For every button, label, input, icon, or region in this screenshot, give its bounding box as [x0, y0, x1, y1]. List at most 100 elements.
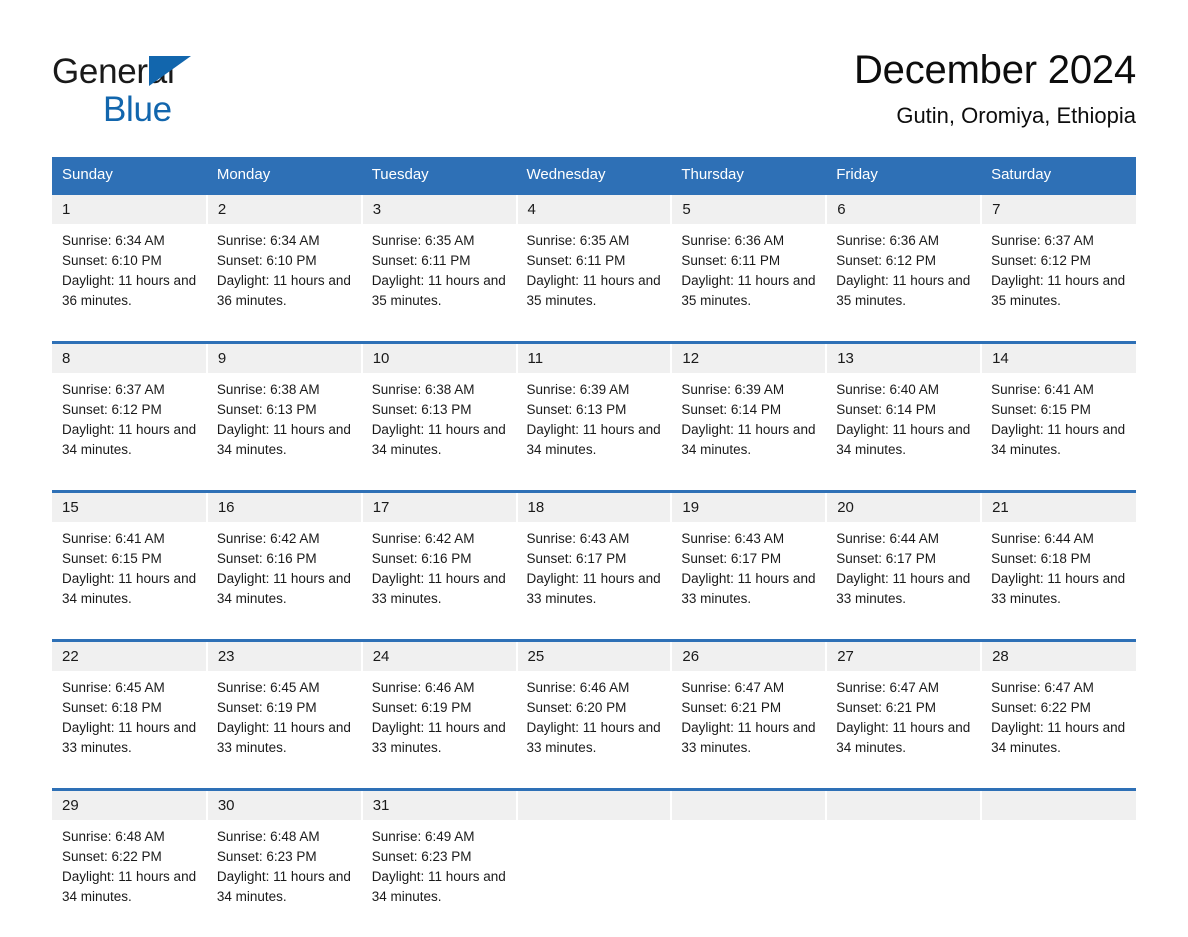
sunrise-text: Sunrise: 6:43 AM	[526, 531, 630, 546]
day-number[interactable]: 24	[361, 642, 518, 671]
daylight-text: Daylight: 11 hours and 33 minutes.	[371, 571, 506, 606]
day-number[interactable]: 12	[671, 344, 828, 373]
day-number[interactable]: 7	[981, 195, 1136, 224]
sunset-text: Sunset: 6:17 PM	[836, 551, 937, 566]
sunrise-text: Sunrise: 6:38 AM	[371, 382, 475, 397]
day-cell[interactable]: Sunrise: 6:47 AM Sunset: 6:21 PM Daylight:…	[826, 671, 982, 788]
day-cell[interactable]: Sunrise: 6:35 AM Sunset: 6:11 PM Daylight:…	[361, 224, 517, 341]
day-number[interactable]: 8	[52, 344, 208, 373]
sunset-text: Sunset: 6:11 PM	[526, 253, 626, 268]
page-header: General Blue December 2024 Gutin, Oromiy…	[52, 44, 1136, 148]
day-cell[interactable]: Sunrise: 6:36 AM Sunset: 6:11 PM Daylight:…	[671, 224, 827, 341]
day-number[interactable]: 17	[361, 493, 518, 522]
sunrise-text: Sunrise: 6:36 AM	[836, 233, 940, 248]
sunset-text: Sunset: 6:15 PM	[62, 551, 162, 566]
day-cell[interactable]: Sunrise: 6:34 AM Sunset: 6:10 PM Daylight:…	[52, 224, 207, 341]
weekday-header-monday: Monday	[206, 157, 362, 192]
day-number[interactable]: 1	[52, 195, 208, 224]
logo-top-line: General	[52, 52, 352, 92]
sunset-text: Sunset: 6:19 PM	[371, 700, 472, 715]
day-number[interactable]: 29	[52, 791, 208, 820]
day-cell[interactable]: Sunrise: 6:43 AM Sunset: 6:17 PM Daylight:…	[516, 522, 672, 639]
day-number[interactable]: 4	[516, 195, 673, 224]
day-cell[interactable]: Sunrise: 6:47 AM Sunset: 6:22 PM Daylight:…	[981, 671, 1136, 788]
day-number[interactable]: 10	[361, 344, 518, 373]
sunset-text: Sunset: 6:16 PM	[216, 551, 317, 566]
day-cell[interactable]: Sunrise: 6:42 AM Sunset: 6:16 PM Daylight:…	[361, 522, 517, 639]
day-number[interactable]: 18	[516, 493, 673, 522]
day-number[interactable]: 30	[206, 791, 363, 820]
day-number[interactable]: 19	[671, 493, 828, 522]
daylight-text: Daylight: 11 hours and 34 minutes.	[62, 571, 197, 606]
page-subtitle-location: Gutin, Oromiya, Ethiopia	[896, 103, 1136, 128]
logo-triangle-icon	[149, 56, 191, 86]
day-cell[interactable]: Sunrise: 6:41 AM Sunset: 6:15 PM Daylight:…	[981, 373, 1136, 490]
day-number[interactable]: 3	[361, 195, 518, 224]
weekday-header-wednesday: Wednesday	[516, 157, 672, 192]
day-cell[interactable]: Sunrise: 6:47 AM Sunset: 6:21 PM Daylight:…	[671, 671, 827, 788]
day-number[interactable]: 11	[516, 344, 673, 373]
sunset-text: Sunset: 6:11 PM	[681, 253, 781, 268]
day-number[interactable]: 9	[206, 344, 363, 373]
sunset-text: Sunset: 6:20 PM	[526, 700, 627, 715]
day-cell[interactable]: Sunrise: 6:44 AM Sunset: 6:18 PM Daylight:…	[981, 522, 1136, 639]
day-cell[interactable]: Sunrise: 6:35 AM Sunset: 6:11 PM Daylight:…	[516, 224, 672, 341]
week-daynumber-row: 8 9 10 11 12 13 14	[52, 344, 1136, 373]
day-cell[interactable]: Sunrise: 6:46 AM Sunset: 6:20 PM Daylight:…	[516, 671, 672, 788]
sunrise-text: Sunrise: 6:47 AM	[991, 680, 1094, 695]
daylight-text: Daylight: 11 hours and 34 minutes.	[371, 422, 506, 457]
day-cell[interactable]: Sunrise: 6:48 AM Sunset: 6:23 PM Daylight:…	[206, 820, 362, 937]
day-cell[interactable]: Sunrise: 6:45 AM Sunset: 6:18 PM Daylight:…	[52, 671, 207, 788]
day-number[interactable]: 15	[52, 493, 208, 522]
day-cell[interactable]: Sunrise: 6:36 AM Sunset: 6:12 PM Daylight:…	[826, 224, 982, 341]
daylight-text: Daylight: 11 hours and 35 minutes.	[526, 273, 661, 308]
sunset-text: Sunset: 6:15 PM	[991, 402, 1091, 417]
day-cell[interactable]: Sunrise: 6:34 AM Sunset: 6:10 PM Daylight:…	[206, 224, 362, 341]
day-cell[interactable]: Sunrise: 6:44 AM Sunset: 6:17 PM Daylight:…	[826, 522, 982, 639]
day-cell[interactable]: Sunrise: 6:37 AM Sunset: 6:12 PM Daylight:…	[981, 224, 1136, 341]
day-number[interactable]: 28	[981, 642, 1136, 671]
daylight-text: Daylight: 11 hours and 35 minutes.	[371, 273, 506, 308]
day-number[interactable]: 23	[206, 642, 363, 671]
day-cell[interactable]: Sunrise: 6:45 AM Sunset: 6:19 PM Daylight:…	[206, 671, 362, 788]
title-block: December 2024 Gutin, Oromiya, Ethiopia	[436, 44, 1136, 133]
sunset-text: Sunset: 6:18 PM	[62, 700, 162, 715]
day-cell[interactable]: Sunrise: 6:48 AM Sunset: 6:22 PM Daylight:…	[52, 820, 207, 937]
day-cell[interactable]: Sunrise: 6:37 AM Sunset: 6:12 PM Daylight:…	[52, 373, 207, 490]
day-number[interactable]: 31	[361, 791, 518, 820]
day-cell[interactable]: Sunrise: 6:39 AM Sunset: 6:13 PM Daylight:…	[516, 373, 672, 490]
day-cell[interactable]: Sunrise: 6:40 AM Sunset: 6:14 PM Daylight:…	[826, 373, 982, 490]
daylight-text: Daylight: 11 hours and 34 minutes.	[991, 422, 1126, 457]
sunset-text: Sunset: 6:17 PM	[681, 551, 782, 566]
day-cell[interactable]: Sunrise: 6:46 AM Sunset: 6:19 PM Daylight:…	[361, 671, 517, 788]
day-number[interactable]: 13	[826, 344, 983, 373]
day-number[interactable]: 2	[206, 195, 363, 224]
sunrise-text: Sunrise: 6:42 AM	[216, 531, 320, 546]
day-number[interactable]: 14	[981, 344, 1136, 373]
day-number[interactable]: 21	[981, 493, 1136, 522]
day-number[interactable]: 27	[826, 642, 983, 671]
day-cell[interactable]: Sunrise: 6:38 AM Sunset: 6:13 PM Daylight:…	[206, 373, 362, 490]
day-cell[interactable]: Sunrise: 6:38 AM Sunset: 6:13 PM Daylight:…	[361, 373, 517, 490]
day-number[interactable]: 6	[826, 195, 983, 224]
day-number[interactable]: 26	[671, 642, 828, 671]
day-number-empty	[981, 791, 1136, 820]
day-cell[interactable]: Sunrise: 6:42 AM Sunset: 6:16 PM Daylight:…	[206, 522, 362, 639]
daylight-text: Daylight: 11 hours and 33 minutes.	[62, 720, 197, 755]
day-number[interactable]: 20	[826, 493, 983, 522]
day-cell[interactable]: Sunrise: 6:49 AM Sunset: 6:23 PM Daylight:…	[361, 820, 517, 937]
sunrise-text: Sunrise: 6:44 AM	[836, 531, 940, 546]
day-cell[interactable]: Sunrise: 6:41 AM Sunset: 6:15 PM Daylight:…	[52, 522, 207, 639]
sunrise-text: Sunrise: 6:45 AM	[62, 680, 165, 695]
daylight-text: Daylight: 11 hours and 33 minutes.	[836, 571, 971, 606]
day-cell[interactable]: Sunrise: 6:39 AM Sunset: 6:14 PM Daylight:…	[671, 373, 827, 490]
day-cell[interactable]: Sunrise: 6:43 AM Sunset: 6:17 PM Daylight:…	[671, 522, 827, 639]
day-number[interactable]: 25	[516, 642, 673, 671]
week-daynumber-row: 22 23 24 25 26 27 28	[52, 642, 1136, 671]
weekday-header-tuesday: Tuesday	[361, 157, 517, 192]
day-number[interactable]: 22	[52, 642, 208, 671]
sunset-text: Sunset: 6:17 PM	[526, 551, 627, 566]
day-number[interactable]: 16	[206, 493, 363, 522]
day-number[interactable]: 5	[671, 195, 828, 224]
sunrise-text: Sunrise: 6:48 AM	[62, 829, 165, 844]
